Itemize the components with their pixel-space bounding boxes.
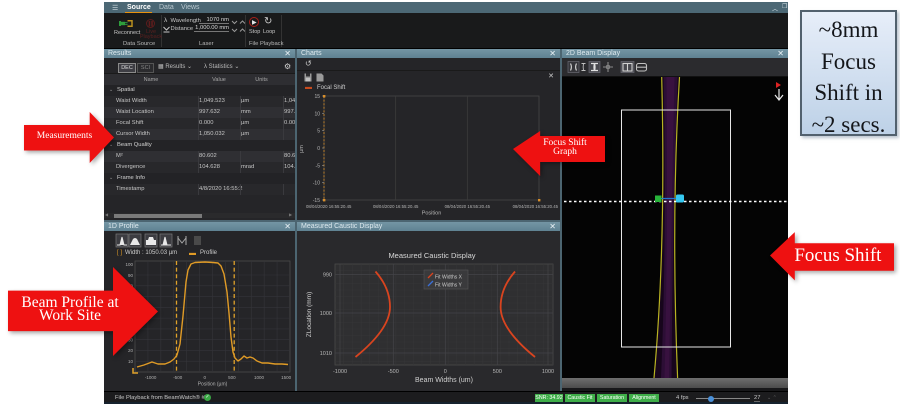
svg-text:1010: 1010	[320, 351, 332, 357]
svg-text:10: 10	[314, 111, 320, 117]
svg-text:Fit Widths Y: Fit Widths Y	[435, 283, 463, 289]
svg-text:µm: µm	[299, 145, 305, 153]
svg-text:10: 10	[128, 359, 134, 364]
svg-text:0: 0	[317, 146, 320, 152]
svg-text:Beam Widths (um): Beam Widths (um)	[415, 377, 473, 384]
svg-text:-500: -500	[173, 375, 183, 380]
svg-text:990: 990	[323, 273, 332, 279]
svg-text:08/04/2020 16:55:20.45: 08/04/2020 16:55:20.45	[445, 204, 491, 209]
svg-text:500: 500	[493, 369, 502, 375]
svg-text:08/04/2020 16:55:20.45: 08/04/2020 16:55:20.45	[513, 204, 559, 209]
svg-text:0: 0	[444, 369, 447, 375]
svg-text:0: 0	[204, 375, 207, 380]
svg-text:-1000: -1000	[145, 375, 157, 380]
svg-text:08/04/2020 16:55:20.45: 08/04/2020 16:55:20.45	[306, 204, 352, 209]
svg-text:1000: 1000	[254, 375, 265, 380]
svg-text:1500: 1500	[281, 375, 292, 380]
svg-text:5: 5	[317, 129, 320, 135]
svg-text:-500: -500	[388, 369, 399, 375]
svg-text:Fit Widths X: Fit Widths X	[435, 275, 463, 281]
svg-text:15: 15	[314, 94, 320, 100]
svg-text:500: 500	[228, 375, 236, 380]
svg-text:Measured Caustic Display: Measured Caustic Display	[388, 251, 475, 260]
svg-text:Position: Position	[422, 211, 442, 217]
svg-text:1000: 1000	[320, 311, 332, 317]
svg-text:1000: 1000	[542, 369, 554, 375]
svg-text:ZLocation (mm): ZLocation (mm)	[306, 292, 313, 338]
svg-text:-1000: -1000	[333, 369, 347, 375]
svg-text:-5: -5	[316, 163, 321, 169]
svg-text:Position (µm): Position (µm)	[198, 382, 228, 388]
svg-text:-10: -10	[313, 181, 320, 187]
svg-text:08/04/2020 16:55:20.45: 08/04/2020 16:55:20.45	[373, 204, 419, 209]
